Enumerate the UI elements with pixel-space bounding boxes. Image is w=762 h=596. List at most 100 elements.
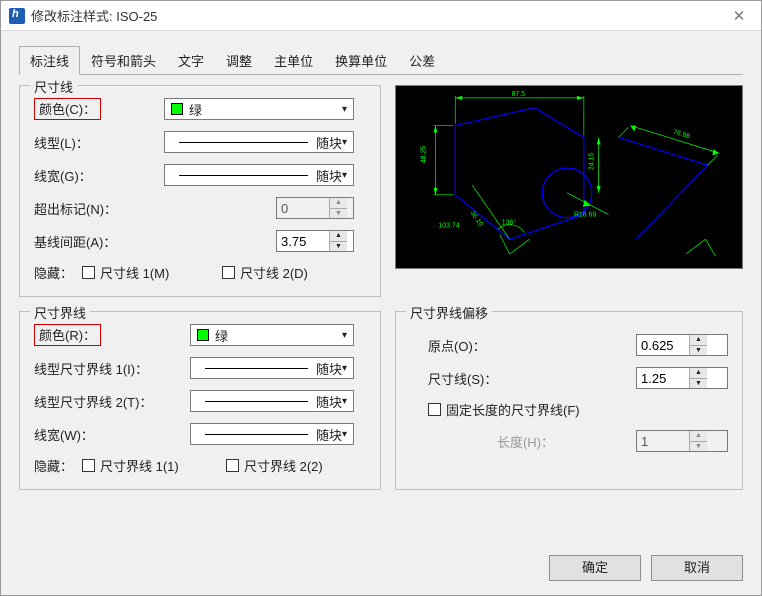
preview-svg: 87.5 48.25 24.15	[396, 86, 742, 268]
svg-text:136°: 136°	[502, 218, 517, 226]
dimline-lineweight-value: 随块	[316, 166, 342, 185]
offset-dimline-spinbox[interactable]: ▲▼	[636, 367, 728, 389]
dialog-window: 修改标注样式: ISO-25 ✕ 标注线 符号和箭头 文字 调整 主单位 换算单…	[0, 0, 762, 596]
chevron-down-icon: ▾	[342, 396, 347, 407]
extline-lt2-label: 线型尺寸界线 2(T)：	[34, 392, 190, 411]
dimline-lineweight-select[interactable]: 随块 ▾	[164, 164, 354, 186]
extline-group: 尺寸界线 颜色(R)： 绿 ▾ 线型尺寸界线 1(I)：	[19, 311, 381, 490]
extline-color-select[interactable]: 绿 ▾	[190, 324, 354, 346]
svg-text:87.5: 87.5	[512, 91, 526, 98]
svg-text:R18.69: R18.69	[574, 212, 596, 219]
extline-lw-label: 线宽(W)：	[34, 425, 190, 444]
tab-primary[interactable]: 主单位	[263, 46, 324, 75]
dimline-hide1-checkbox[interactable]	[82, 266, 95, 279]
dimline-hide2-checkbox[interactable]	[222, 266, 235, 279]
extline-lt1-select[interactable]: 随块 ▾	[190, 357, 354, 379]
chevron-down-icon: ▾	[342, 170, 347, 181]
extline-lw-select[interactable]: 随块 ▾	[190, 423, 354, 445]
line-sample-icon	[205, 401, 308, 402]
svg-text:48.25: 48.25	[421, 146, 428, 163]
offset-length-label: 长度(H)：	[410, 432, 570, 451]
dimline-extend-input	[277, 201, 329, 216]
dimline-baseline-spinbox[interactable]: ▲▼	[276, 230, 354, 252]
spin-buttons: ▲▼	[689, 431, 707, 451]
offset-group: 尺寸界线偏移 原点(O)： ▲▼ 尺寸线(S)：	[395, 311, 743, 490]
dimline-hide-label: 隐藏：	[34, 263, 82, 282]
app-icon	[9, 8, 25, 24]
spin-buttons[interactable]: ▲▼	[689, 368, 707, 388]
dimline-group-title: 尺寸线	[30, 77, 77, 96]
titlebar-left: 修改标注样式: ISO-25	[9, 6, 157, 25]
dimline-baseline-label: 基线间距(A)：	[34, 232, 164, 251]
line-sample-icon	[179, 142, 308, 143]
extline-hide1-checkbox[interactable]	[82, 459, 95, 472]
tab-tolerance[interactable]: 公差	[398, 46, 446, 75]
chevron-down-icon: ▾	[342, 330, 347, 341]
color-swatch-icon	[171, 103, 183, 115]
dialog-buttons: 确定 取消	[1, 545, 761, 595]
cancel-button[interactable]: 取消	[651, 555, 743, 581]
extline-color-value: 绿	[215, 326, 228, 345]
titlebar: 修改标注样式: ISO-25 ✕	[1, 1, 761, 31]
dimline-color-value: 绿	[189, 100, 202, 119]
dimline-hide1-label: 尺寸线 1(M)	[100, 263, 169, 282]
offset-origin-input[interactable]	[637, 338, 689, 353]
line-sample-icon	[179, 175, 308, 176]
extline-hide1-label: 尺寸界线 1(1)	[100, 456, 179, 475]
dimline-baseline-input[interactable]	[277, 234, 329, 249]
extline-group-title: 尺寸界线	[30, 303, 90, 322]
extline-lt1-label: 线型尺寸界线 1(I)：	[34, 359, 190, 378]
dimline-linetype-select[interactable]: 随块 ▾	[164, 131, 354, 153]
line-sample-icon	[205, 368, 308, 369]
window-title: 修改标注样式: ISO-25	[31, 6, 157, 25]
spin-buttons[interactable]: ▲▼	[329, 231, 347, 251]
svg-text:103.74: 103.74	[438, 222, 459, 229]
spin-buttons: ▲▼	[329, 198, 347, 218]
extline-hide2-checkbox[interactable]	[226, 459, 239, 472]
offset-origin-spinbox[interactable]: ▲▼	[636, 334, 728, 356]
dimline-group: 尺寸线 颜色(C)： 绿 ▾ 线型(L)：	[19, 85, 381, 297]
tab-adjust[interactable]: 调整	[215, 46, 263, 75]
offset-origin-label: 原点(O)：	[410, 336, 540, 355]
tab-symbols[interactable]: 符号和箭头	[80, 46, 167, 75]
tab-alt[interactable]: 换算单位	[324, 46, 398, 75]
dimline-linetype-label: 线型(L)：	[34, 133, 164, 152]
color-swatch-icon	[197, 329, 209, 341]
bottom-row: 尺寸界线 颜色(R)： 绿 ▾ 线型尺寸界线 1(I)：	[19, 311, 743, 490]
offset-group-title: 尺寸界线偏移	[406, 303, 492, 322]
chevron-down-icon: ▾	[342, 363, 347, 374]
offset-dimline-input[interactable]	[637, 371, 689, 386]
extline-lt1-value: 随块	[316, 359, 342, 378]
ok-button[interactable]: 确定	[549, 555, 641, 581]
spin-buttons[interactable]: ▲▼	[689, 335, 707, 355]
svg-text:24.15: 24.15	[589, 153, 596, 170]
offset-fixed-checkbox[interactable]	[428, 403, 441, 416]
offset-length-input	[637, 434, 689, 449]
dimline-color-select[interactable]: 绿 ▾	[164, 98, 354, 120]
extline-lw-value: 随块	[316, 425, 342, 444]
extline-color-label: 颜色(R)：	[34, 324, 101, 346]
extline-lt2-select[interactable]: 随块 ▾	[190, 390, 354, 412]
offset-dimline-label: 尺寸线(S)：	[410, 369, 540, 388]
svg-text:36.10: 36.10	[468, 210, 484, 228]
preview-panel: 87.5 48.25 24.15	[395, 85, 743, 269]
chevron-down-icon: ▾	[342, 104, 347, 115]
chevron-down-icon: ▾	[342, 137, 347, 148]
dimline-extend-spinbox: ▲▼	[276, 197, 354, 219]
offset-fixed-label: 固定长度的尺寸界线(F)	[446, 400, 580, 419]
svg-text:76.98: 76.98	[672, 129, 691, 141]
tab-dimline[interactable]: 标注线	[19, 46, 80, 75]
tab-body: 尺寸线 颜色(C)： 绿 ▾ 线型(L)：	[19, 85, 743, 490]
dimline-lineweight-label: 线宽(G)：	[34, 166, 164, 185]
dimline-hide2-label: 尺寸线 2(D)	[240, 263, 308, 282]
tab-text[interactable]: 文字	[167, 46, 215, 75]
extline-lt2-value: 随块	[316, 392, 342, 411]
dimline-linetype-value: 随块	[316, 133, 342, 152]
top-row: 尺寸线 颜色(C)： 绿 ▾ 线型(L)：	[19, 85, 743, 297]
dimline-extend-label: 超出标记(N)：	[34, 199, 164, 218]
chevron-down-icon: ▾	[342, 429, 347, 440]
offset-length-spinbox: ▲▼	[636, 430, 728, 452]
dialog-content: 标注线 符号和箭头 文字 调整 主单位 换算单位 公差 尺寸线 颜色(C)：	[1, 31, 761, 498]
extline-hide-label: 隐藏：	[34, 456, 82, 475]
close-button[interactable]: ✕	[725, 7, 753, 25]
